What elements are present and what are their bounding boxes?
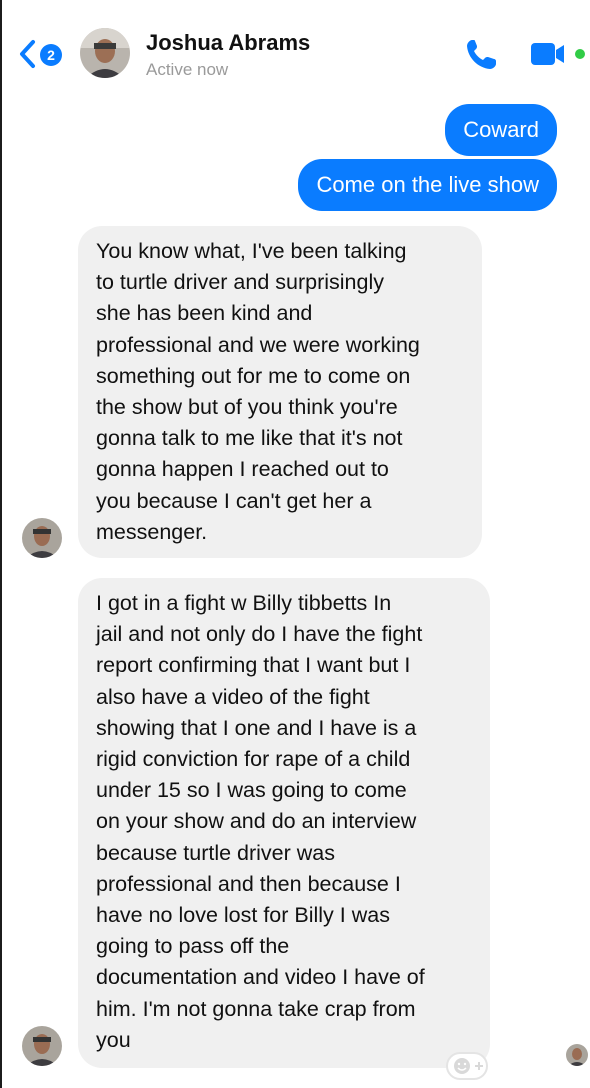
message-line: showing that I one and I have is a	[96, 715, 417, 740]
contact-name: Joshua Abrams	[146, 30, 311, 55]
video-camera-icon	[531, 43, 585, 65]
unread-count-badge: 2	[40, 44, 62, 66]
voice-call-button[interactable]	[464, 36, 500, 72]
message-line: to turtle driver and surprisingly	[96, 270, 384, 295]
message-line: gonna talk to me like that it's not	[96, 426, 403, 451]
message-line: you because I can't get her a	[96, 488, 372, 513]
seen-receipt-avatar	[566, 1044, 588, 1066]
message-line: because turtle driver was	[96, 840, 335, 865]
back-chevron-icon	[20, 40, 35, 68]
message-line: him. I'm not gonna take crap from	[96, 996, 416, 1021]
message-line: documentation and video I have of	[96, 965, 425, 990]
message-line: jail and not only do I have the fight	[96, 622, 423, 647]
active-status: Active now	[146, 60, 229, 79]
message-line: have no love lost for Billy I was	[96, 903, 390, 928]
message-line: professional and we were working	[96, 332, 420, 357]
message-line: she has been kind and	[96, 301, 313, 326]
video-call-button[interactable]	[529, 40, 589, 70]
sent-message-bubble[interactable]: Come on the live show	[298, 159, 557, 211]
message-line: I got in a fight w Billy tibbetts In	[96, 591, 392, 615]
received-message-bubble[interactable]: You know what, I've been talking to turt…	[78, 226, 482, 558]
message-line: the show but of you think you're	[96, 395, 398, 420]
messenger-conversation-screen: 2 Joshua Abrams Active now Coward Come o…	[0, 0, 590, 1088]
message-line: professional and then because I	[96, 871, 401, 896]
phone-icon	[467, 40, 496, 69]
message-line: going to pass off the	[96, 934, 290, 959]
contact-avatar[interactable]	[80, 28, 130, 78]
received-message-bubble[interactable]: I got in a fight w Billy tibbetts In jai…	[78, 578, 490, 1068]
message-line: gonna happen I reached out to	[96, 457, 389, 482]
sender-avatar[interactable]	[22, 1026, 62, 1066]
back-button[interactable]: 2	[16, 36, 70, 72]
message-line: also have a video of the fight	[96, 684, 370, 709]
message-line: something out for me to come on	[96, 363, 411, 388]
message-line: on your show and do an interview	[96, 809, 417, 834]
message-line: messenger.	[96, 519, 208, 544]
message-line: under 15 so I was going to come	[96, 778, 407, 803]
message-line: report confirming that I want but I	[96, 653, 411, 678]
sender-avatar[interactable]	[22, 518, 62, 558]
conversation-header: 2 Joshua Abrams Active now	[2, 0, 590, 100]
add-reaction-icon	[454, 1058, 483, 1074]
message-line: rigid conviction for rape of a child	[96, 747, 411, 772]
add-reaction-button[interactable]	[446, 1052, 488, 1080]
message-line: you	[96, 1027, 131, 1052]
sent-message-bubble[interactable]: Coward	[445, 104, 557, 156]
message-line: You know what, I've been talking	[96, 239, 407, 263]
